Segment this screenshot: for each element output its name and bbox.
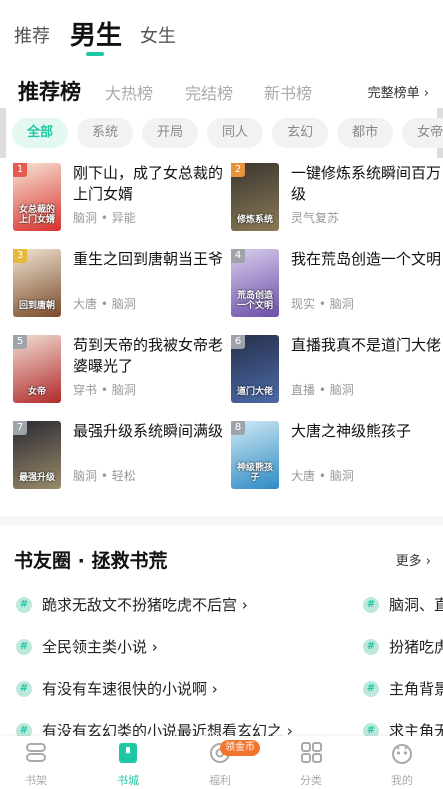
category-chip-row: 全部 系统 开局 同人 玄幻 都市 女帝 (12, 118, 443, 148)
cover-art-text: 最强升级 (18, 473, 55, 483)
topic-text[interactable]: 主角背景 (389, 678, 443, 700)
book-item[interactable]: 荒岛创造一个文明 4 我在荒岛创造一个文明 现实 • 脑洞 (231, 249, 441, 319)
nav-label: 书城 (117, 774, 139, 787)
book-title[interactable]: 刚下山，成了女总裁的上门女婿 (73, 163, 223, 205)
book-tags: 大唐 • 脑洞 (291, 469, 354, 483)
cover-art-text: 修炼系统 (236, 215, 273, 225)
nav-label: 我的 (391, 774, 413, 787)
nav-label: 书架 (25, 774, 47, 787)
book-item[interactable]: 道门大佬 6 直播我真不是道门大佬 直播 • 脑洞 (231, 335, 441, 405)
hashtag-icon: # (363, 597, 379, 613)
chip-fantasy[interactable]: 玄幻 (272, 118, 329, 148)
book-item[interactable]: 回到唐朝 3 重生之回到唐朝当王爷 大唐 • 脑洞 (13, 249, 223, 319)
book-tags: 穿书 • 脑洞 (73, 383, 136, 397)
book-title[interactable]: 苟到天帝的我被女帝老婆曝光了 (73, 335, 223, 377)
hashtag-icon: # (16, 597, 32, 613)
cover-art-text: 荒岛创造一个文明 (236, 291, 273, 311)
tab-male[interactable]: 男生 (70, 15, 122, 52)
topic-item[interactable]: # 有没有车速很快的小说啊 › (16, 678, 346, 702)
bookshelf-icon (26, 743, 46, 762)
topic-item[interactable]: # 脑洞、直 (363, 594, 443, 618)
top-tab-bar: 推荐 男生 女生 (0, 0, 443, 64)
book-title[interactable]: 重生之回到唐朝当王爷 (73, 249, 223, 270)
nav-bookshelf[interactable]: 书架 (6, 742, 66, 788)
full-ranking-link[interactable]: 完整榜单 › (368, 82, 429, 101)
book-item[interactable]: 神级熊孩子 8 大唐之神级熊孩子 大唐 • 脑洞 (231, 421, 441, 491)
topic-item[interactable]: # 全民领主类小说 › (16, 636, 346, 660)
book-item[interactable]: 女总裁的上门女婿 1 刚下山，成了女总裁的上门女婿 脑洞 • 异能 (13, 163, 223, 233)
topic-text[interactable]: 有没有车速很快的小说啊 › (42, 678, 218, 700)
topic-text[interactable]: 扮猪吃虎 (389, 636, 443, 658)
book-item[interactable]: 女帝 5 苟到天帝的我被女帝老婆曝光了 穿书 • 脑洞 (13, 335, 223, 405)
coin-badge[interactable]: 领金币 (220, 740, 260, 756)
category-icon (301, 742, 322, 763)
chip-all[interactable]: 全部 (12, 118, 69, 148)
active-tab-indicator (86, 52, 104, 56)
hashtag-icon: # (16, 681, 32, 697)
bookstore-icon (119, 743, 137, 763)
book-tags: 脑洞 • 轻松 (73, 469, 136, 483)
tab-female[interactable]: 女生 (140, 22, 176, 48)
book-tags: 现实 • 脑洞 (291, 297, 354, 311)
book-title[interactable]: 直播我真不是道门大佬 (291, 335, 441, 356)
rank-tab-hot[interactable]: 大热榜 (105, 80, 153, 104)
chip-system[interactable]: 系统 (77, 118, 134, 148)
chip-urban[interactable]: 都市 (337, 118, 394, 148)
book-title[interactable]: 一键修炼系统瞬间百万级 (291, 163, 441, 205)
book-tags: 大唐 • 脑洞 (73, 297, 136, 311)
topic-text[interactable]: 脑洞、直 (389, 594, 443, 616)
profile-icon (392, 744, 412, 764)
cover-art-text: 神级熊孩子 (236, 463, 273, 483)
cover-art-text: 女总裁的上门女婿 (18, 205, 55, 225)
book-tags: 直播 • 脑洞 (291, 383, 354, 397)
topic-text[interactable]: 跪求无敌文不扮猪吃虎不后宫 › (42, 594, 248, 616)
cover-art-text: 女帝 (27, 387, 46, 397)
section-divider (0, 516, 443, 525)
chip-empress[interactable]: 女帝 (402, 118, 443, 148)
rank-badge: 1 (13, 163, 27, 177)
tab-recommend[interactable]: 推荐 (14, 22, 50, 48)
rank-badge: 7 (13, 421, 27, 435)
book-item[interactable]: 修炼系统 2 一键修炼系统瞬间百万级 灵气复苏 (231, 163, 441, 233)
chip-opening[interactable]: 开局 (142, 118, 199, 148)
book-title[interactable]: 最强升级系统瞬间满级 (73, 421, 223, 442)
topic-item[interactable]: # 扮猪吃虎 (363, 636, 443, 660)
hashtag-icon: # (363, 639, 379, 655)
rank-badge: 3 (13, 249, 27, 263)
rank-badge: 4 (231, 249, 245, 263)
rank-badge: 5 (13, 335, 27, 349)
community-title: 书友圈 · 拯救书荒 (14, 550, 168, 572)
rank-badge: 2 (231, 163, 245, 177)
nav-label: 分类 (300, 774, 322, 787)
rank-tab-recommend[interactable]: 推荐榜 (18, 76, 81, 106)
book-tags: 脑洞 • 异能 (73, 211, 136, 225)
topic-item[interactable]: # 主角背景 (363, 678, 443, 702)
book-title[interactable]: 我在荒岛创造一个文明 (291, 249, 441, 270)
book-tags: 灵气复苏 (291, 211, 340, 225)
cover-art-text: 道门大佬 (236, 387, 273, 397)
scroll-edge-left (0, 108, 6, 158)
rank-tab-finished[interactable]: 完结榜 (185, 80, 233, 104)
topic-item[interactable]: # 跪求无敌文不扮猪吃虎不后宫 › (16, 594, 346, 618)
chip-fanfic[interactable]: 同人 (207, 118, 264, 148)
hashtag-icon: # (363, 681, 379, 697)
hashtag-icon: # (16, 639, 32, 655)
nav-bookstore[interactable]: 书城 (98, 742, 158, 788)
nav-label: 福利 (209, 774, 231, 787)
book-item[interactable]: 最强升级 7 最强升级系统瞬间满级 脑洞 • 轻松 (13, 421, 223, 491)
book-title[interactable]: 大唐之神级熊孩子 (291, 421, 441, 442)
rank-tab-new[interactable]: 新书榜 (264, 80, 312, 104)
rank-badge: 8 (231, 421, 245, 435)
ranking-header: 推荐榜 大热榜 完结榜 新书榜 完整榜单 › (0, 70, 443, 114)
community-more-link[interactable]: 更多 › (396, 550, 431, 569)
topic-text[interactable]: 全民领主类小说 › (42, 636, 158, 658)
cover-art-text: 回到唐朝 (18, 301, 55, 311)
nav-profile[interactable]: 我的 (372, 742, 432, 788)
rank-badge: 6 (231, 335, 245, 349)
nav-category[interactable]: 分类 (281, 742, 341, 788)
